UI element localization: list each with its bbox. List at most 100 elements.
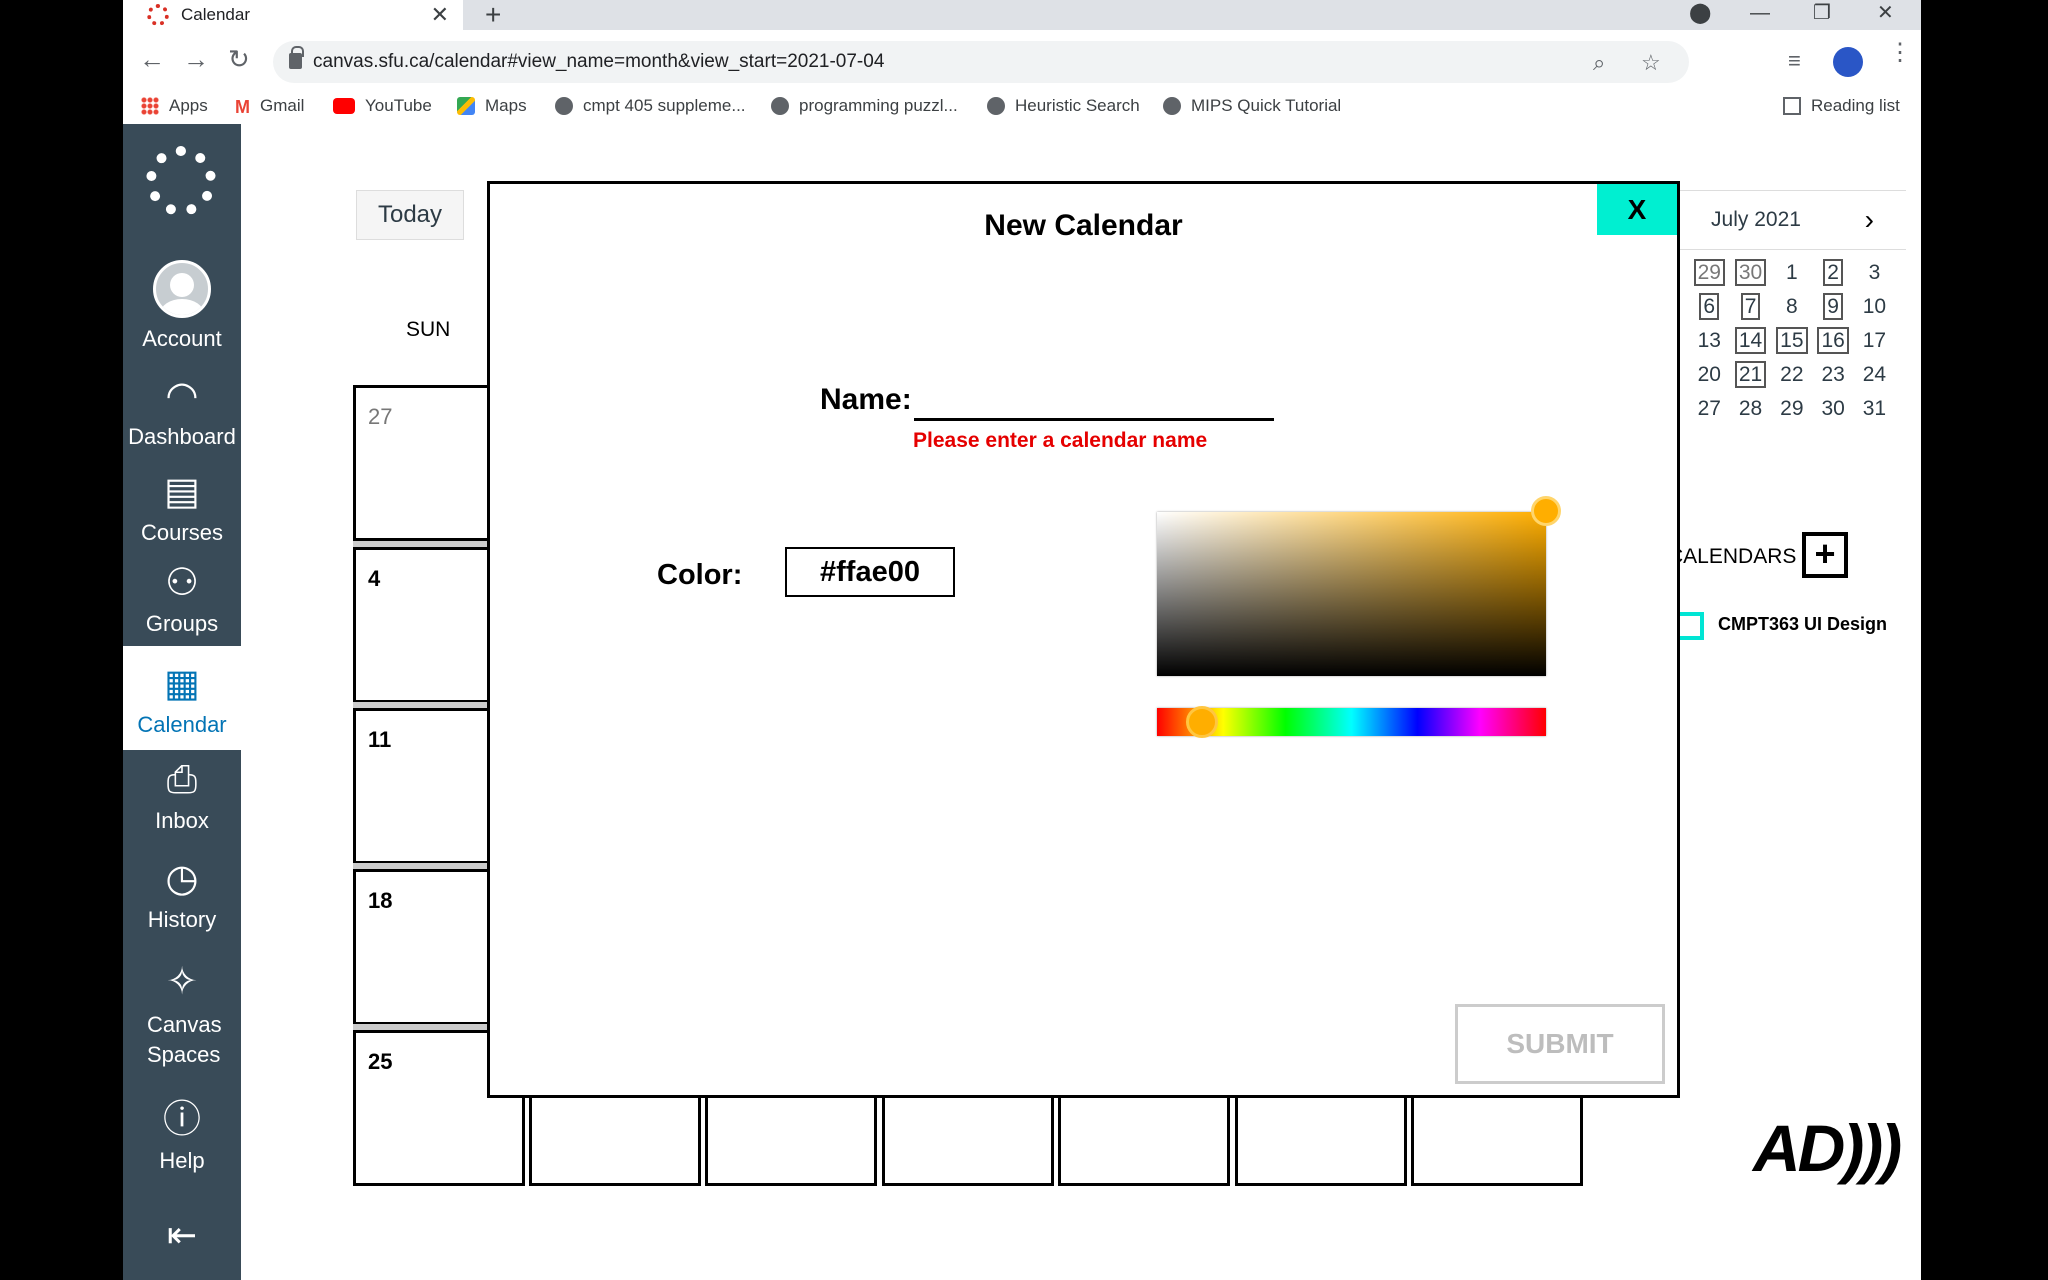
mini-calendar-day[interactable]: 9 bbox=[1812, 290, 1853, 324]
back-icon[interactable]: ← bbox=[139, 44, 165, 75]
youtube-icon bbox=[333, 98, 355, 114]
nav-canvas-spaces[interactable]: ✧ Canvas Spaces bbox=[123, 960, 241, 1070]
mini-calendar-day[interactable]: 20 bbox=[1689, 358, 1730, 392]
globe-icon bbox=[555, 97, 573, 115]
bookmark-maps[interactable]: Maps bbox=[457, 96, 527, 116]
forward-icon[interactable]: → bbox=[183, 44, 209, 75]
add-calendar-button[interactable]: + bbox=[1802, 532, 1848, 578]
new-tab-button[interactable]: + bbox=[485, 0, 501, 30]
mini-calendar-day[interactable]: 2 bbox=[1812, 256, 1853, 290]
media-control-icon[interactable]: ≡ bbox=[1788, 48, 1801, 74]
mini-calendar-day[interactable]: 28 bbox=[1730, 392, 1771, 426]
bookmark-gmail[interactable]: M Gmail bbox=[235, 96, 304, 117]
bookmarks-bar: Apps M Gmail YouTube Maps cmpt 405 supple… bbox=[123, 92, 1921, 124]
reload-icon[interactable]: ↻ bbox=[228, 44, 250, 75]
mini-calendar-day[interactable]: 6 bbox=[1689, 290, 1730, 324]
submit-button[interactable]: SUBMIT bbox=[1455, 1004, 1665, 1084]
bookmark-cmpt405[interactable]: cmpt 405 suppleme... bbox=[555, 96, 746, 116]
nav-calendar[interactable]: ▦ Calendar bbox=[123, 646, 241, 750]
reading-list-icon bbox=[1783, 97, 1801, 115]
mini-calendar-day[interactable]: 14 bbox=[1730, 324, 1771, 358]
collapse-nav-icon[interactable]: ⇤ bbox=[123, 1214, 241, 1256]
browser-window: Calendar ✕ + ⬤ — ❐ ✕ ← → ↻ canvas.sfu.ca… bbox=[123, 0, 1921, 1280]
bookmark-star-icon[interactable]: ☆ bbox=[1641, 50, 1661, 76]
color-label: Color: bbox=[657, 559, 743, 591]
dialog-title: New Calendar bbox=[984, 209, 1183, 242]
window-close-icon[interactable]: ✕ bbox=[1877, 0, 1894, 30]
mini-calendar-day[interactable]: 23 bbox=[1812, 358, 1853, 392]
chrome-menu-icon[interactable]: ⋮ bbox=[1888, 41, 1912, 65]
saturation-value-picker[interactable] bbox=[1157, 512, 1546, 676]
gmail-icon: M bbox=[235, 97, 250, 117]
nav-courses[interactable]: ▤ Courses bbox=[123, 470, 241, 546]
mini-calendar-day[interactable]: 22 bbox=[1771, 358, 1812, 392]
bookmark-programming[interactable]: programming puzzl... bbox=[771, 96, 958, 116]
apps-icon bbox=[141, 97, 159, 115]
restore-icon[interactable]: ❐ bbox=[1813, 0, 1831, 30]
tab-close-icon[interactable]: ✕ bbox=[431, 2, 449, 28]
site-icon bbox=[771, 97, 789, 115]
bookmark-apps[interactable]: Apps bbox=[141, 96, 208, 116]
tab-strip: Calendar ✕ + ⬤ — ❐ ✕ bbox=[123, 0, 1921, 30]
name-label: Name: bbox=[820, 383, 912, 416]
color-hex-input[interactable]: #ffae00 bbox=[785, 547, 955, 597]
reading-list[interactable]: Reading list bbox=[1783, 96, 1900, 116]
nav-dashboard[interactable]: ◠ Dashboard bbox=[123, 374, 241, 450]
nav-groups[interactable]: ⚇ Groups bbox=[123, 561, 241, 637]
mini-calendar-day[interactable]: 30 bbox=[1812, 392, 1853, 426]
new-calendar-dialog: New Calendar X Name: Please enter a cale… bbox=[487, 181, 1680, 1098]
next-month-icon[interactable]: › bbox=[1865, 191, 1874, 249]
tab-title: Calendar bbox=[181, 5, 250, 24]
today-button[interactable]: Today bbox=[356, 190, 464, 240]
bookmark-mips[interactable]: MIPS Quick Tutorial bbox=[1163, 96, 1341, 116]
nav-history[interactable]: ◷ History bbox=[123, 857, 241, 933]
mini-calendar-day[interactable]: 13 bbox=[1689, 324, 1730, 358]
mini-calendar-day[interactable]: 27 bbox=[1689, 392, 1730, 426]
calendar-icon: ▦ bbox=[164, 663, 200, 705]
mini-calendar-day[interactable]: 17 bbox=[1854, 324, 1895, 358]
zoom-icon[interactable]: ⌕ bbox=[1593, 50, 1605, 76]
mini-calendar-day[interactable]: 15 bbox=[1771, 324, 1812, 358]
calendars-heading: CALENDARS bbox=[1668, 545, 1797, 568]
mini-calendar-day[interactable]: 10 bbox=[1854, 290, 1895, 324]
url-text: canvas.sfu.ca/calendar#view_name=month&v… bbox=[313, 51, 885, 72]
nav-help[interactable]: ⓘ Help bbox=[123, 1098, 241, 1174]
mini-calendar-day[interactable]: 30 bbox=[1730, 256, 1771, 290]
calendar-toggle-checkbox[interactable] bbox=[1676, 612, 1704, 640]
bookmark-heuristic[interactable]: Heuristic Search bbox=[987, 96, 1140, 116]
mini-calendar-day[interactable]: 31 bbox=[1854, 392, 1895, 426]
bookmark-youtube[interactable]: YouTube bbox=[333, 96, 432, 116]
profile-dropdown-icon[interactable]: ⬤ bbox=[1689, 0, 1711, 30]
canvas-logo-icon[interactable] bbox=[146, 146, 216, 216]
calendar-name: CMPT363 UI Design bbox=[1718, 614, 1888, 634]
day-header-sun: SUN bbox=[406, 318, 451, 341]
nav-account[interactable]: Account bbox=[123, 260, 241, 352]
help-icon: ⓘ bbox=[162, 1099, 201, 1141]
mini-calendar-day[interactable]: 7 bbox=[1730, 290, 1771, 324]
tab-calendar[interactable]: Calendar ✕ bbox=[123, 0, 463, 30]
nav-inbox[interactable]: ⎙ Inbox bbox=[123, 758, 241, 834]
groups-icon: ⚇ bbox=[164, 562, 200, 604]
inbox-icon: ⎙ bbox=[166, 759, 198, 801]
global-nav: Account ◠ Dashboard ▤ Courses ⚇ Groups ▦ Cal… bbox=[123, 124, 241, 1280]
audio-description-icon[interactable]: AD))) bbox=[1753, 1110, 1902, 1186]
profile-avatar[interactable] bbox=[1833, 47, 1863, 77]
canvas-favicon-icon bbox=[147, 4, 169, 26]
mini-calendar-day[interactable]: 24 bbox=[1854, 358, 1895, 392]
hue-thumb[interactable] bbox=[1186, 706, 1218, 738]
dialog-close-button[interactable]: X bbox=[1597, 184, 1677, 235]
mini-calendar-day[interactable]: 8 bbox=[1771, 290, 1812, 324]
mini-calendar-day[interactable]: 1 bbox=[1771, 256, 1812, 290]
saturation-thumb[interactable] bbox=[1531, 496, 1561, 526]
address-bar[interactable]: canvas.sfu.ca/calendar#view_name=month&v… bbox=[273, 41, 1689, 83]
history-clock-icon: ◷ bbox=[165, 858, 199, 900]
maps-icon bbox=[457, 97, 475, 115]
browser-toolbar: ← → ↻ canvas.sfu.ca/calendar#view_name=m… bbox=[123, 30, 1921, 98]
mini-calendar-day[interactable]: 16 bbox=[1812, 324, 1853, 358]
mini-calendar-day[interactable]: 29 bbox=[1689, 256, 1730, 290]
mini-calendar-day[interactable]: 21 bbox=[1730, 358, 1771, 392]
mini-calendar-day[interactable]: 3 bbox=[1854, 256, 1895, 290]
mini-calendar-day[interactable]: 29 bbox=[1771, 392, 1812, 426]
minimize-icon[interactable]: — bbox=[1750, 0, 1770, 30]
calendar-name-input[interactable] bbox=[914, 381, 1274, 421]
